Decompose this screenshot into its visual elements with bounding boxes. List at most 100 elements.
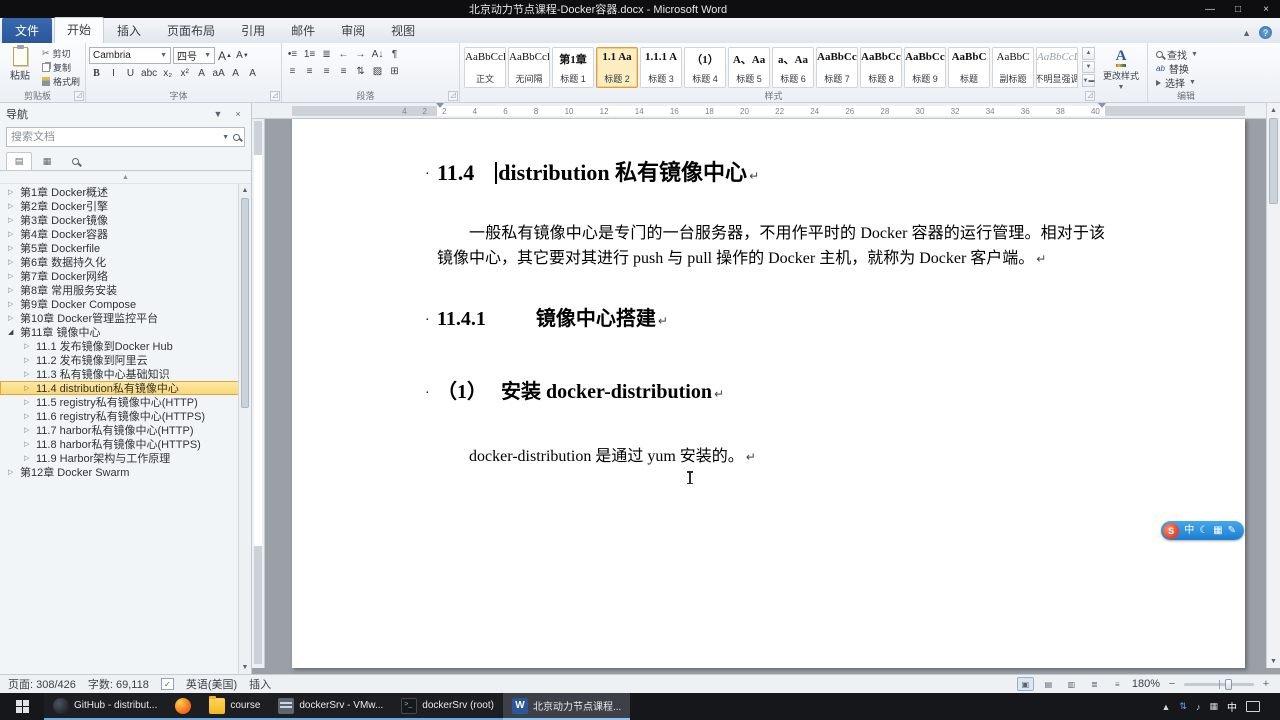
ime-icon[interactable]: ☾ — [1199, 521, 1208, 540]
indent-marker[interactable] — [1098, 103, 1106, 108]
style-card[interactable]: AaBbC 副标题 — [992, 47, 1035, 88]
outline-view-icon[interactable]: ≣ — [1086, 677, 1103, 691]
vertical-ruler[interactable] — [252, 119, 265, 668]
style-card[interactable]: 1.1 Aa 标题 2 — [596, 47, 639, 88]
style-card[interactable]: 第1章 标题 1 — [552, 47, 595, 88]
ribbon-tab[interactable]: 插入 — [104, 18, 154, 43]
headings-top-marker[interactable]: ▲ — [0, 171, 251, 184]
select-button[interactable]: 选择 ▼ — [1153, 76, 1229, 90]
font-format-button[interactable]: U — [123, 66, 138, 81]
ime-icon[interactable]: 中 — [1184, 521, 1194, 540]
document-search-box[interactable]: ▼ — [6, 127, 245, 147]
taskbar-task[interactable]: dockerSrv - VMw... — [269, 693, 393, 720]
expand-triangle-icon[interactable]: ▷ — [24, 370, 32, 378]
paragraph-button[interactable]: ≡ — [285, 64, 300, 79]
expand-triangle-icon[interactable]: ▷ — [8, 468, 16, 476]
print-layout-view-icon[interactable]: ▣ — [1016, 677, 1034, 691]
start-button[interactable] — [0, 693, 44, 720]
fullscreen-view-icon[interactable]: ▤ — [1040, 677, 1057, 691]
copy-button[interactable]: 复制 — [40, 61, 82, 74]
ime-icon[interactable]: ▦ — [1213, 521, 1222, 540]
file-tab[interactable]: 文件 — [2, 18, 53, 43]
navigation-scrollbar[interactable]: ▲ ▼ — [238, 184, 251, 674]
grow-font-button[interactable]: A ▲ — [217, 48, 233, 63]
nav-heading-item[interactable]: ▷ 11.3 私有镜像中心基础知识 — [0, 367, 251, 381]
replace-button[interactable]: ab 替换 — [1153, 62, 1229, 76]
expand-triangle-icon[interactable]: ▷ — [8, 188, 16, 196]
nav-heading-item[interactable]: ▷ 第9章 Docker Compose — [0, 297, 251, 311]
nav-heading-item[interactable]: ▷ 11.7 harbor私有镜像中心(HTTP) — [0, 423, 251, 437]
paragraph-button[interactable]: ¶ — [387, 47, 402, 62]
paragraph-button[interactable]: •≡ — [285, 47, 300, 62]
expand-triangle-icon[interactable]: ▷ — [24, 384, 32, 392]
web-layout-view-icon[interactable]: ▥ — [1063, 677, 1080, 691]
tray-network-icon[interactable]: ⇅ — [1179, 701, 1187, 712]
ribbon-tab[interactable]: 邮件 — [278, 18, 328, 43]
expand-triangle-icon[interactable]: ▷ — [24, 454, 32, 462]
style-card[interactable]: 1.1.1 A 标题 3 — [640, 47, 683, 88]
taskbar-task[interactable]: course — [200, 693, 270, 720]
language-indicator[interactable]: 英语(美国) — [186, 676, 237, 692]
tray-expand-icon[interactable]: ▲ — [1162, 702, 1171, 712]
nav-heading-item[interactable]: ▷ 11.8 harbor私有镜像中心(HTTPS) — [0, 437, 251, 451]
expand-triangle-icon[interactable]: ◢ — [8, 328, 16, 336]
ribbon-tab[interactable]: 页面布局 — [154, 18, 228, 43]
nav-heading-item[interactable]: ▷ 第7章 Docker网络 — [0, 269, 251, 283]
style-card[interactable]: AaBbCcDd 无间隔 — [508, 47, 551, 88]
proofing-icon[interactable]: ✓ — [160, 678, 174, 690]
font-size-combo[interactable]: 四号 ▼ — [173, 47, 216, 64]
gallery-more-icon[interactable]: ▼▬ — [1082, 74, 1096, 88]
scroll-down-icon[interactable]: ▼ — [1267, 654, 1280, 668]
ime-logo-icon[interactable]: S — [1163, 522, 1180, 539]
taskbar-task[interactable]: dockerSrv (root) — [392, 693, 503, 720]
close-button[interactable]: × — [1252, 0, 1280, 18]
expand-triangle-icon[interactable]: ▷ — [8, 272, 16, 280]
style-card[interactable]: AaBbC 标题 — [948, 47, 991, 88]
taskbar-task[interactable]: GitHub - distribut... — [44, 693, 167, 720]
style-card[interactable]: AaBbCcDd 正文 — [464, 47, 507, 88]
paragraph-button[interactable]: ⊞ — [387, 64, 402, 79]
paragraph-button[interactable]: ← — [336, 47, 351, 62]
zoom-slider-thumb[interactable] — [1224, 678, 1232, 690]
nav-heading-item[interactable]: ▷ 11.1 发布镜像到Docker Hub — [0, 339, 251, 353]
font-format-button[interactable]: x² — [177, 66, 192, 81]
insert-mode[interactable]: 插入 — [249, 676, 271, 692]
find-button[interactable]: 查找 ▼ — [1153, 48, 1229, 62]
ribbon-tab[interactable]: 引用 — [228, 18, 278, 43]
maximize-button[interactable]: □ — [1224, 0, 1252, 18]
expand-triangle-icon[interactable]: ▷ — [24, 412, 32, 420]
font-format-button[interactable]: A — [245, 66, 260, 81]
style-card[interactable]: AaBbCcI 标题 8 — [860, 47, 903, 88]
draft-view-icon[interactable]: ≡ — [1109, 677, 1126, 691]
search-input[interactable] — [11, 131, 219, 143]
expand-triangle-icon[interactable]: ▷ — [24, 426, 32, 434]
shrink-font-button[interactable]: A ▼ — [235, 48, 250, 63]
paragraph-button[interactable]: ≡ — [302, 64, 317, 79]
chevron-down-icon[interactable]: ▼ — [222, 134, 229, 141]
paragraph-button[interactable]: ≣ — [319, 47, 334, 62]
zoom-in-button[interactable]: + — [1260, 678, 1272, 690]
font-format-button[interactable]: A — [194, 66, 209, 81]
scroll-down-icon[interactable]: ▼ — [239, 661, 251, 674]
expand-triangle-icon[interactable]: ▷ — [24, 342, 32, 350]
nav-heading-item[interactable]: ▷ 第8章 常用服务安装 — [0, 283, 251, 297]
change-styles-button[interactable]: A 更改样式 ▼ — [1098, 45, 1144, 92]
navigation-menu-icon[interactable]: ▼ — [211, 109, 225, 119]
nav-heading-item[interactable]: ▷ 11.5 registry私有镜像中心(HTTP) — [0, 395, 251, 409]
expand-triangle-icon[interactable]: ▷ — [24, 440, 32, 448]
scrollbar-thumb[interactable] — [241, 198, 249, 408]
scroll-up-icon[interactable]: ▲ — [1267, 103, 1280, 117]
expand-triangle-icon[interactable]: ▷ — [24, 356, 32, 364]
tab-browse-results[interactable] — [62, 152, 88, 170]
font-format-button[interactable]: abc — [140, 66, 158, 81]
font-format-button[interactable]: x₂ — [160, 66, 175, 81]
taskbar-task[interactable]: 北京动力节点课程... — [502, 693, 631, 720]
paste-button[interactable]: 粘贴 — [3, 45, 37, 89]
tray-volume-icon[interactable]: ♪ — [1196, 702, 1201, 712]
cut-button[interactable]: 剪切 — [40, 47, 82, 60]
expand-triangle-icon[interactable]: ▷ — [8, 286, 16, 294]
input-method-toolbar[interactable]: S 中 ☾ ▦ ✎ — [1161, 521, 1244, 540]
ime-icon[interactable]: ✎ — [1228, 521, 1236, 540]
minimize-button[interactable]: — — [1196, 0, 1224, 18]
paragraph-button[interactable]: ≡ — [319, 64, 334, 79]
